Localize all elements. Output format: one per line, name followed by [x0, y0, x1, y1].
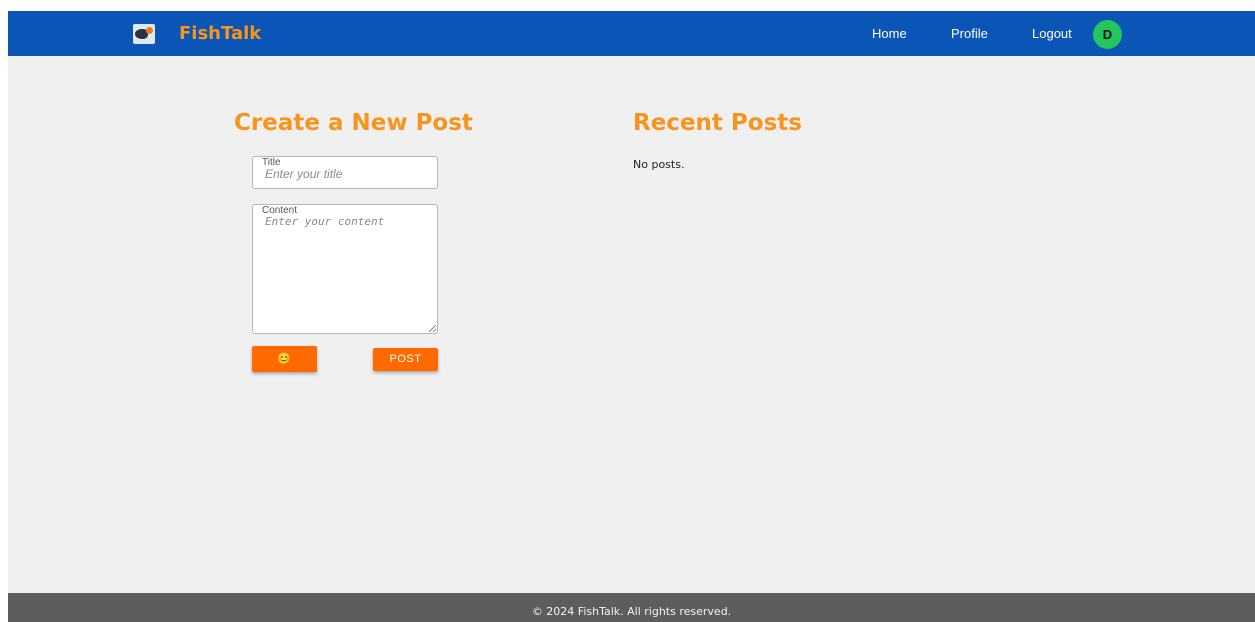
nav-logout-link[interactable]: Logout [1032, 26, 1072, 42]
footer-copyright: © 2024 FishTalk. All rights reserved. [531, 605, 732, 618]
nav-profile-link[interactable]: Profile [951, 26, 988, 42]
nav-home-link[interactable]: Home [872, 26, 907, 42]
content-field[interactable]: Content [252, 204, 438, 334]
fishtalk-logo-icon[interactable] [133, 24, 155, 44]
footer: © 2024 FishTalk. All rights reserved. [8, 593, 1255, 622]
recent-posts-heading: Recent Posts [633, 110, 802, 136]
app-root: FishTalk Home Profile Logout D Create a … [8, 11, 1255, 622]
no-posts-message: No posts. [633, 158, 685, 171]
user-avatar[interactable]: D [1093, 20, 1122, 49]
navbar: FishTalk Home Profile Logout D [8, 11, 1255, 56]
logo-dot [146, 27, 153, 34]
content-textarea[interactable] [265, 215, 433, 330]
resize-handle-icon[interactable] [429, 325, 436, 332]
title-field[interactable]: Title [252, 156, 438, 189]
title-input[interactable] [265, 167, 433, 181]
emoji-button[interactable]: 😊 [252, 346, 317, 372]
post-button[interactable]: POST [373, 348, 438, 371]
smiley-emoji-icon: 😊 [277, 353, 292, 365]
brand-name[interactable]: FishTalk [179, 24, 261, 44]
create-post-heading: Create a New Post [234, 110, 473, 136]
